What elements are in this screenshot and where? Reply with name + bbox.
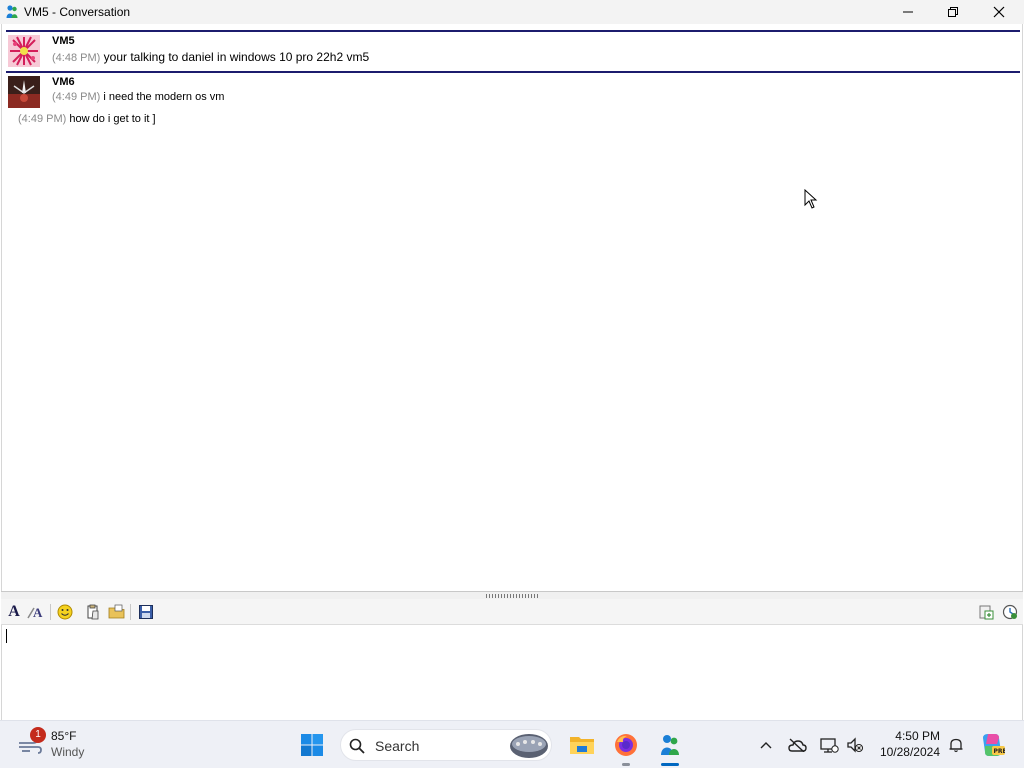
message-timestamp: (4:49 PM) — [52, 91, 101, 103]
firefox-button[interactable] — [610, 731, 642, 759]
taskbar: 1 85°F Windy Search 4:50 PM 10/28/2024 P… — [0, 720, 1024, 768]
weather-condition: Windy — [51, 745, 85, 759]
avatar — [8, 76, 40, 108]
splitter-grip[interactable] — [486, 594, 540, 598]
mouse-cursor-icon — [804, 189, 818, 209]
font-style-icon: A — [27, 605, 43, 620]
smiley-icon — [57, 604, 73, 620]
svg-text:PRE: PRE — [994, 748, 1006, 755]
paste-icon — [87, 604, 99, 620]
search-highlight-icon — [510, 734, 548, 758]
message-text: your talking to daniel in windows 10 pro… — [103, 50, 370, 64]
copilot-icon: PRE — [983, 734, 1006, 756]
toolbar-separator — [130, 604, 131, 620]
save-button[interactable] — [137, 603, 155, 621]
format-toolbar: A A — [1, 599, 1023, 625]
sender-name: VM5 — [52, 35, 75, 47]
network-icon — [820, 738, 839, 753]
weather-temperature: 85°F — [51, 729, 77, 743]
restore-button[interactable] — [930, 0, 976, 24]
restore-icon — [948, 7, 958, 17]
bell-icon — [949, 738, 963, 753]
clock-time[interactable]: 4:50 PM — [880, 729, 940, 743]
font-icon: A — [8, 603, 20, 620]
toolbar-separator — [50, 604, 51, 620]
message-group: VM6 (4:49 PM) i need the modern os vm (4… — [6, 75, 1020, 130]
search-icon — [349, 738, 365, 754]
folder-icon — [570, 737, 594, 754]
taskbar-search[interactable]: Search — [340, 729, 552, 761]
close-button[interactable] — [976, 0, 1022, 24]
weather-alert-badge: 1 — [30, 727, 46, 743]
clock-history-icon — [1002, 604, 1018, 620]
chevron-up-icon — [760, 742, 772, 749]
message-line: (4:49 PM) how do i get to it ] — [18, 113, 156, 125]
show-hidden-icons-button[interactable] — [756, 735, 776, 755]
emoticon-button[interactable] — [56, 603, 74, 621]
conversation-history[interactable]: VM5 (4:48 PM) your talking to daniel in … — [1, 24, 1023, 591]
save-icon — [139, 605, 153, 619]
active-indicator — [661, 763, 679, 766]
windows-logo-icon — [301, 734, 323, 756]
message-timestamp: (4:48 PM) — [52, 52, 101, 64]
avatar — [8, 35, 40, 67]
file-explorer-button[interactable] — [566, 731, 598, 759]
font-button[interactable]: A — [5, 603, 23, 621]
window-title: VM5 - Conversation — [24, 5, 131, 19]
message-line: (4:49 PM) i need the modern os vm — [52, 91, 224, 103]
folder-icon — [108, 604, 125, 619]
onedrive-button[interactable] — [786, 735, 808, 755]
message-group: VM5 (4:48 PM) your talking to daniel in … — [6, 30, 1020, 73]
network-button[interactable] — [818, 735, 840, 755]
minimize-icon — [903, 11, 913, 13]
font-color-button[interactable]: A — [27, 603, 45, 621]
clipboard-button[interactable] — [977, 603, 995, 621]
volume-muted-icon — [847, 737, 864, 753]
messenger-taskbar-button[interactable] — [654, 731, 686, 759]
firefox-icon — [615, 734, 637, 756]
clock-date[interactable]: 10/28/2024 — [874, 745, 940, 759]
copilot-button[interactable]: PRE — [978, 731, 1006, 759]
send-file-button[interactable] — [84, 603, 102, 621]
screen: VM5 - Conversation VM5 (4:48 PM) your ta… — [0, 0, 1024, 768]
message-input[interactable] — [1, 625, 1023, 720]
pane-splitter[interactable] — [1, 591, 1023, 599]
message-line: (4:48 PM) your talking to daniel in wind… — [52, 50, 369, 64]
running-indicator — [622, 763, 630, 766]
message-timestamp: (4:49 PM) — [18, 113, 67, 125]
cloud-offline-icon — [788, 738, 807, 752]
start-button[interactable] — [298, 731, 326, 759]
messenger-app-icon[interactable] — [4, 4, 20, 20]
clipboard-icon — [979, 605, 994, 620]
history-button[interactable] — [1001, 603, 1019, 621]
notifications-button[interactable] — [946, 735, 966, 755]
title-bar: VM5 - Conversation — [0, 0, 1024, 24]
share-folder-button[interactable] — [108, 603, 126, 621]
text-caret — [6, 629, 7, 643]
close-icon — [993, 6, 1005, 18]
minimize-button[interactable] — [885, 0, 931, 24]
volume-button[interactable] — [844, 735, 866, 755]
sender-name: VM6 — [52, 76, 75, 88]
messenger-icon — [661, 735, 679, 755]
message-text: how do i get to it ] — [69, 113, 156, 125]
search-label: Search — [375, 738, 420, 754]
svg-text:A: A — [33, 605, 43, 620]
message-text: i need the modern os vm — [103, 91, 225, 103]
